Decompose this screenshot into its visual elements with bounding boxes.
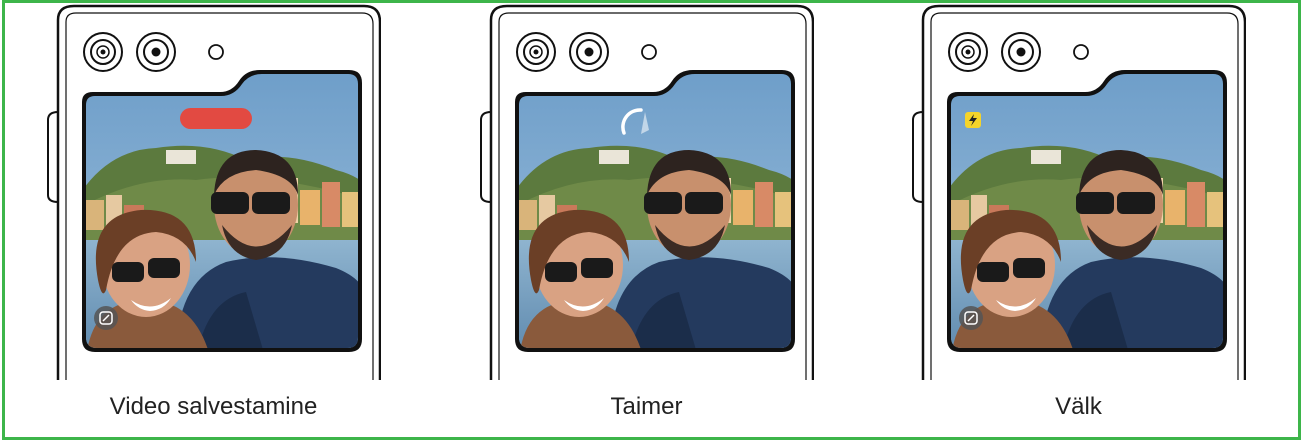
fullscreen-icon[interactable]	[959, 306, 983, 330]
caption-timer: Taimer	[610, 393, 683, 420]
phone-panel-video-recording	[46, 0, 381, 380]
caption-video-recording: Video salvestamine	[109, 393, 318, 420]
cover-screen-photo	[951, 74, 1223, 348]
phone-illustration	[46, 4, 381, 380]
phone-panel-flash	[911, 0, 1246, 380]
cover-screen-photo	[519, 74, 791, 348]
phone-illustration	[911, 4, 1246, 380]
recording-indicator	[180, 108, 252, 129]
phone-illustration	[479, 4, 814, 380]
caption-flash: Välk	[1055, 393, 1102, 420]
phone-panel-timer	[479, 0, 814, 380]
flash-icon[interactable]	[965, 112, 981, 128]
fullscreen-icon[interactable]	[94, 306, 118, 330]
